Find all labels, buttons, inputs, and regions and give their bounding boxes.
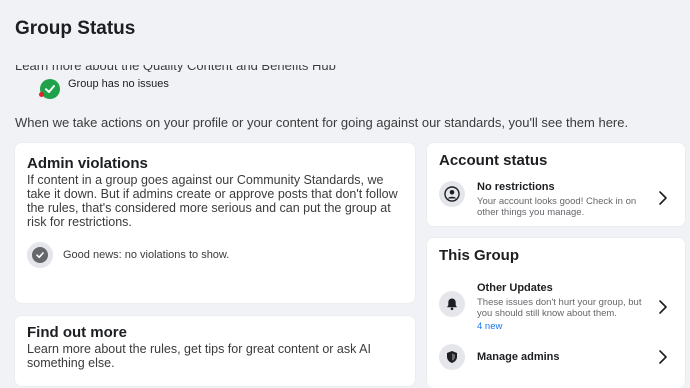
find-out-more-description: Learn more about the rules, get tips for… [27,342,371,370]
new-count-badge: 4 new [477,321,503,332]
admin-violations-card: Admin violations If content in a group g… [15,143,415,303]
manage-admins-title: Manage admins [477,351,560,363]
status-check-icon [39,79,62,101]
admin-violations-title: Admin violations [27,155,148,172]
check-icon [27,242,53,268]
chevron-right-icon[interactable] [657,190,669,206]
group-status-text: Group has no issues [68,78,169,90]
other-updates-row[interactable]: Other Updates These issues don't hurt yo… [439,282,649,332]
partially-hidden-text: Learn more about the Quality Content and… [15,58,336,72]
account-status-card: Account status No restrictions Your acco… [427,143,685,226]
shield-icon [439,344,465,370]
account-status-item-title: No restrictions [477,181,555,193]
page-title: Group Status [15,18,136,39]
other-updates-title: Other Updates [477,282,553,294]
this-group-card: This Group Other Updates These issues do… [427,238,685,388]
account-status-title: Account status [439,152,548,169]
account-status-item-description: Your account looks good! Check in on oth… [477,196,637,218]
manage-admins-row[interactable]: Manage admins [439,344,560,370]
intro-text: When we take actions on your profile or … [15,115,629,130]
no-violations-text: Good news: no violations to show. [63,249,230,261]
find-out-more-title: Find out more [27,324,127,341]
bell-icon [439,291,465,317]
chevron-right-icon[interactable] [657,349,669,365]
this-group-title: This Group [439,247,519,264]
group-status-indicator: Group has no issues [39,78,169,102]
user-circle-icon [439,181,465,207]
other-updates-description: These issues don't hurt your group, but … [477,297,642,319]
find-out-more-card[interactable]: Find out more Learn more about the rules… [15,316,415,386]
admin-violations-description: If content in a group goes against our C… [27,173,398,229]
no-violations-row: Good news: no violations to show. [27,242,229,268]
chevron-right-icon[interactable] [657,299,669,315]
account-status-row[interactable]: No restrictions Your account looks good!… [439,181,649,218]
